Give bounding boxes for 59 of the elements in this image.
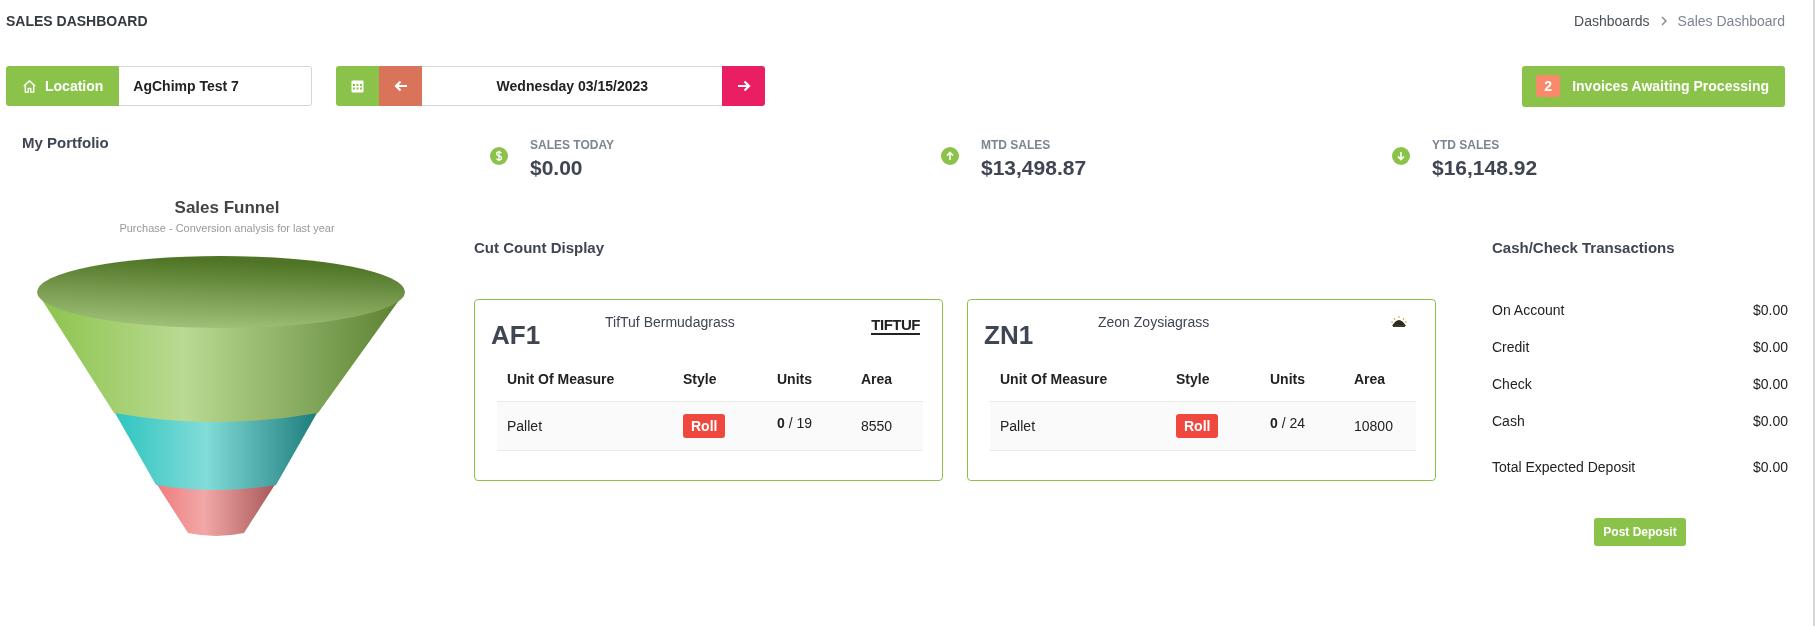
- column-header: Unit Of Measure: [990, 361, 1166, 402]
- dollar-icon: [490, 147, 508, 165]
- table-cell: Pallet: [990, 401, 1166, 451]
- calendar-button[interactable]: [336, 66, 380, 106]
- section-title: Cut Count Display: [474, 239, 605, 256]
- column-header: Units: [1260, 361, 1344, 402]
- table-cell: 10800: [1344, 401, 1416, 451]
- style-badge: Roll: [683, 414, 726, 438]
- count-badge: 2: [1536, 75, 1561, 97]
- style-badge: Roll: [1176, 414, 1219, 438]
- units-count: 0 / 19: [777, 415, 813, 431]
- chart-title: Sales Funnel: [173, 198, 281, 218]
- location-label: Location: [6, 66, 120, 106]
- transaction-amount: $0.00: [1752, 376, 1788, 394]
- column-header: Unit Of Measure: [497, 361, 673, 402]
- column-header: Area: [851, 361, 923, 402]
- product-name: Zeon Zoysiagrass: [1098, 314, 1211, 330]
- stat-label: SALES TODAY: [530, 138, 615, 152]
- breadcrumb-current: Sales Dashboard: [1677, 13, 1785, 29]
- column-header: Units: [767, 361, 851, 402]
- units-count: 0 / 24: [1270, 415, 1306, 431]
- home-icon: [22, 78, 37, 94]
- chart-subtitle: Purchase - Conversion analysis for last year: [118, 222, 336, 234]
- next-day-button[interactable]: [722, 66, 766, 106]
- stat-value: $13,498.87: [981, 156, 1087, 180]
- column-header: Style: [673, 361, 767, 402]
- transaction-label: Cash: [1492, 413, 1525, 431]
- date-field[interactable]: Wednesday 03/15/2023: [422, 66, 723, 106]
- emblem-icon: [1391, 316, 1407, 328]
- stat-value: $16,148.92: [1432, 156, 1538, 180]
- transaction-amount: $0.00: [1752, 413, 1788, 431]
- transaction-label: Total Expected Deposit: [1492, 459, 1636, 477]
- transaction-amount: $0.00: [1752, 459, 1788, 477]
- table-cell: 8550: [851, 401, 923, 451]
- chevron-icon: [1659, 16, 1668, 26]
- column-header: Style: [1166, 361, 1260, 402]
- breadcrumb-link[interactable]: Dashboards: [1574, 13, 1650, 29]
- right-arrow-icon: [736, 80, 751, 92]
- brand-logo: TIFTUF: [871, 316, 920, 335]
- transaction-amount: $0.00: [1752, 302, 1788, 320]
- transaction-label: On Account: [1492, 302, 1565, 320]
- stat-label: YTD SALES: [1432, 138, 1501, 152]
- section-title: My Portfolio: [22, 134, 110, 151]
- page-title: SALES DASHBOARD: [6, 13, 148, 29]
- product-code: AF1: [491, 320, 542, 351]
- product-code: ZN1: [984, 320, 1035, 351]
- calendar-icon: [351, 79, 365, 93]
- transaction-amount: $0.00: [1752, 339, 1788, 357]
- table-cell: Pallet: [497, 401, 673, 451]
- product-name: TifTuf Bermudagrass: [605, 314, 736, 330]
- left-arrow-icon: [393, 80, 408, 92]
- column-header: Area: [1344, 361, 1416, 402]
- transaction-label: Credit: [1492, 339, 1530, 357]
- previous-day-button[interactable]: [379, 66, 423, 106]
- section-title: Cash/Check Transactions: [1492, 239, 1676, 256]
- transaction-label: Check: [1492, 376, 1532, 394]
- stat-label: MTD SALES: [981, 138, 1052, 152]
- location-field[interactable]: AgChimp Test 7: [119, 66, 313, 106]
- stat-value: $0.00: [530, 156, 584, 180]
